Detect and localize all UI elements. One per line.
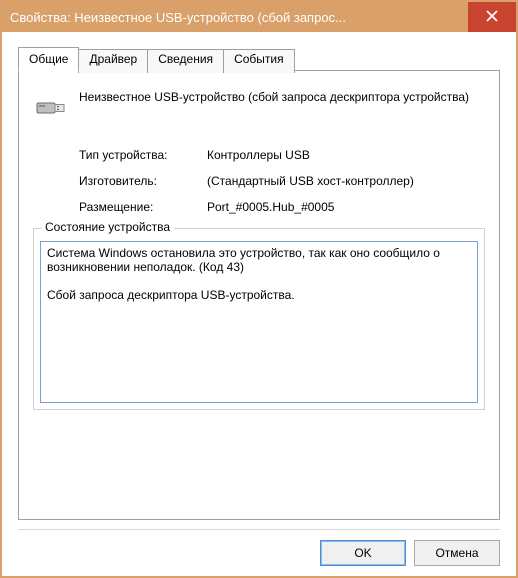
- manufacturer-value: (Стандартный USB хост-контроллер): [207, 174, 485, 188]
- tab-panel-general: Неизвестное USB-устройство (сбой запроса…: [18, 70, 500, 520]
- footer-divider: [18, 529, 500, 530]
- device-info: Тип устройства: Контроллеры USB Изготови…: [79, 148, 485, 214]
- device-status-text[interactable]: [40, 241, 478, 403]
- usb-device-icon: [33, 89, 69, 128]
- tab-label: Общие: [29, 52, 68, 66]
- tabstrip: Общие Драйвер Сведения События: [18, 47, 500, 71]
- tab-general[interactable]: Общие: [18, 47, 79, 71]
- cancel-button[interactable]: Отмена: [414, 540, 500, 566]
- ok-button[interactable]: OK: [320, 540, 406, 566]
- dialog-footer: OK Отмена: [320, 540, 500, 566]
- manufacturer-label: Изготовитель:: [79, 174, 207, 188]
- tab-label: События: [234, 52, 284, 66]
- window-title: Свойства: Неизвестное USB-устройство (сб…: [2, 10, 468, 25]
- close-icon: [486, 10, 498, 25]
- tab-events[interactable]: События: [223, 49, 295, 73]
- device-status-group: Состояние устройства: [33, 228, 485, 410]
- close-button[interactable]: [468, 2, 516, 32]
- properties-window: Свойства: Неизвестное USB-устройство (сб…: [0, 0, 518, 578]
- location-value: Port_#0005.Hub_#0005: [207, 200, 485, 214]
- device-type-value: Контроллеры USB: [207, 148, 485, 162]
- tab-label: Драйвер: [89, 52, 137, 66]
- device-name: Неизвестное USB-устройство (сбой запроса…: [79, 89, 469, 106]
- device-type-label: Тип устройства:: [79, 148, 207, 162]
- tab-label: Сведения: [158, 52, 213, 66]
- tab-driver[interactable]: Драйвер: [78, 49, 148, 73]
- tab-details[interactable]: Сведения: [147, 49, 224, 73]
- titlebar[interactable]: Свойства: Неизвестное USB-устройство (сб…: [2, 2, 516, 32]
- location-label: Размещение:: [79, 200, 207, 214]
- device-status-label: Состояние устройства: [41, 220, 174, 234]
- dialog-body: Общие Драйвер Сведения События Неизвестн…: [2, 32, 516, 524]
